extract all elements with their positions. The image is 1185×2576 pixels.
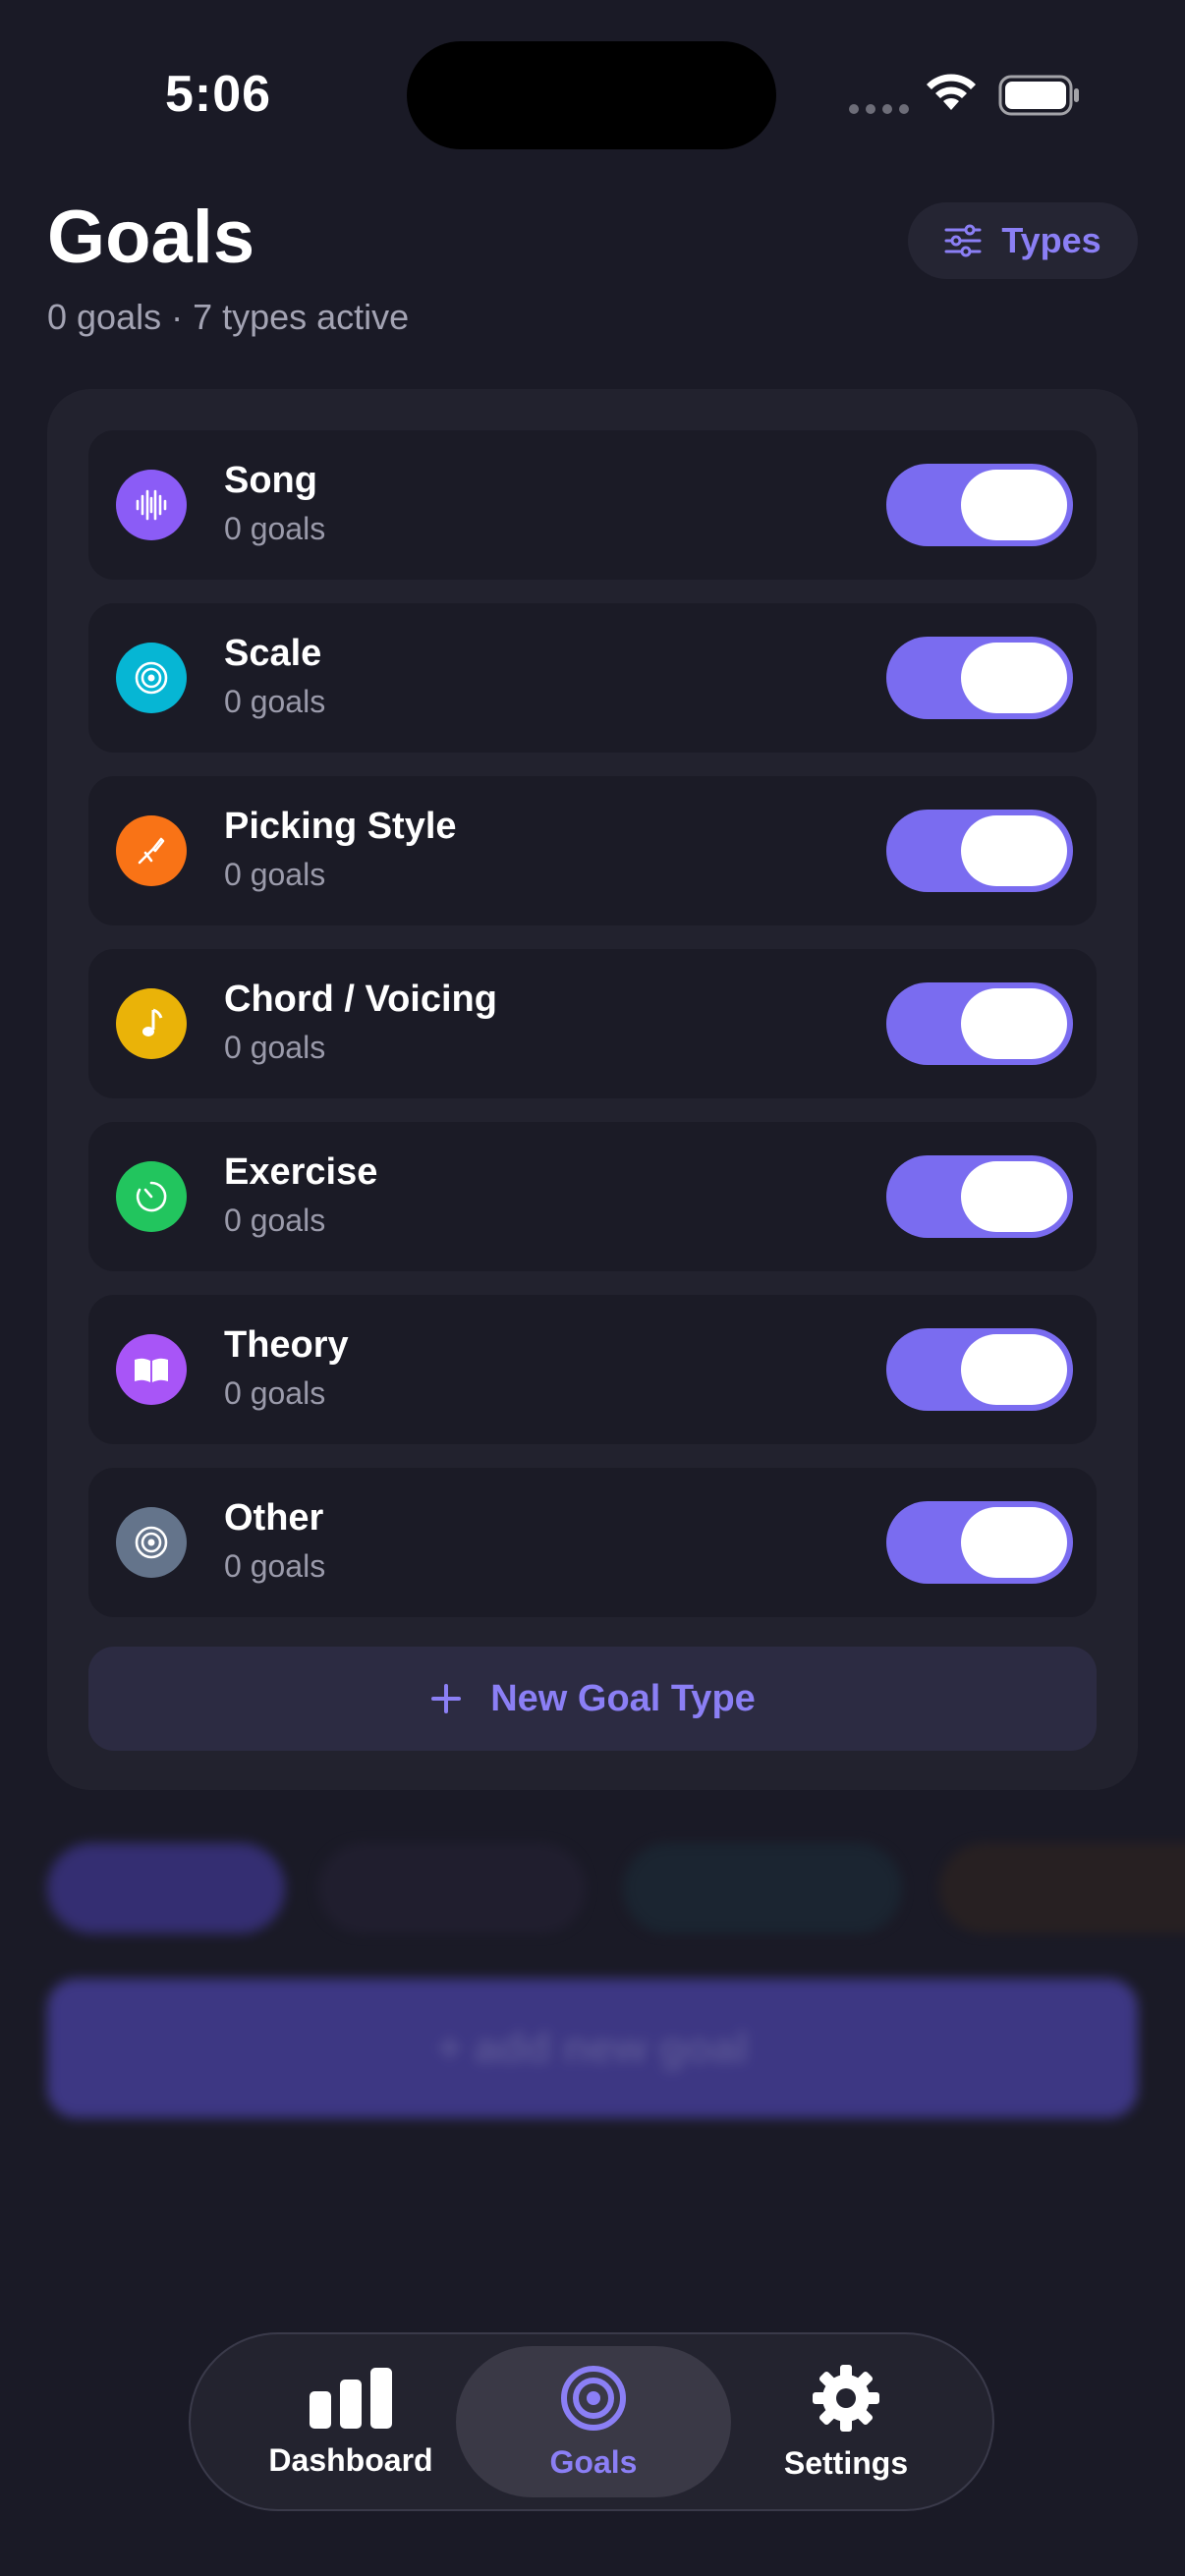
wifi-icon (927, 74, 976, 110)
gear-icon (813, 2364, 879, 2432)
goal-type-row-song[interactable]: Song 0 goals (88, 430, 1097, 580)
target-icon (116, 643, 187, 713)
bar-chart-icon (310, 2367, 392, 2429)
page-subtitle: 0 goals · 7 types active (47, 297, 410, 337)
goal-type-row-chord-voicing[interactable]: Chord / Voicing 0 goals (88, 949, 1097, 1098)
filter-chip (318, 1843, 586, 1933)
goal-type-name: Exercise (224, 1151, 378, 1193)
background-content: + add new goal (0, 1827, 1185, 2161)
new-goal-type-button[interactable]: New Goal Type (88, 1647, 1097, 1751)
goal-type-toggle[interactable] (886, 1501, 1073, 1584)
tab-settings[interactable]: Settings (733, 2334, 959, 2509)
target-icon (561, 2365, 626, 2431)
goal-type-count: 0 goals (224, 1203, 326, 1238)
page-title: Goals (47, 196, 255, 279)
tab-dashboard[interactable]: Dashboard (230, 2334, 472, 2509)
goal-type-toggle[interactable] (886, 464, 1073, 546)
target-icon (116, 1507, 187, 1578)
book-icon (116, 1334, 187, 1405)
goal-type-name: Song (224, 460, 317, 501)
plus-icon (431, 1684, 462, 1713)
filter-chip (623, 1843, 902, 1933)
music-note-icon (116, 988, 187, 1059)
dynamic-island (407, 41, 776, 149)
goal-type-row-picking-style[interactable]: Picking Style 0 goals (88, 776, 1097, 925)
tab-bar: Dashboard Goals Settings (189, 2332, 994, 2511)
add-goal-label: + add new goal (436, 2024, 749, 2072)
status-time: 5:06 (165, 66, 272, 123)
guitar-pick-icon (116, 815, 187, 886)
battery-icon (998, 75, 1079, 116)
goal-type-count: 0 goals (224, 1030, 326, 1065)
goal-type-count: 0 goals (224, 1375, 326, 1411)
goal-type-toggle[interactable] (886, 1328, 1073, 1411)
goal-type-toggle[interactable] (886, 637, 1073, 719)
filter-chip (939, 1843, 1185, 1933)
tab-label: Goals (549, 2443, 638, 2480)
goal-type-row-exercise[interactable]: Exercise 0 goals (88, 1122, 1097, 1271)
goal-type-toggle[interactable] (886, 1155, 1073, 1238)
tab-label: Settings (783, 2444, 909, 2481)
goal-type-count: 0 goals (224, 684, 326, 719)
waveform-icon (116, 470, 187, 540)
add-goal-button: + add new goal (47, 1979, 1138, 2118)
goal-type-name: Theory (224, 1324, 349, 1366)
goal-type-row-scale[interactable]: Scale 0 goals (88, 603, 1097, 753)
goal-type-name: Other (224, 1497, 324, 1539)
goal-type-name: Picking Style (224, 806, 457, 847)
timer-icon (116, 1161, 187, 1232)
tab-goals[interactable]: Goals (456, 2346, 731, 2497)
goal-types-panel: Song 0 goals Scale 0 goals Picking Style… (47, 389, 1138, 1790)
goal-type-toggle[interactable] (886, 982, 1073, 1065)
goal-type-name: Scale (224, 633, 322, 674)
sliders-icon (944, 224, 982, 257)
new-goal-type-label: New Goal Type (490, 1677, 756, 1719)
types-button[interactable]: Types (908, 202, 1138, 279)
goal-type-count: 0 goals (224, 1548, 326, 1584)
goal-type-name: Chord / Voicing (224, 979, 497, 1020)
types-button-label: Types (1001, 220, 1101, 260)
cellular-signal-icon (849, 104, 909, 114)
goal-type-row-theory[interactable]: Theory 0 goals (88, 1295, 1097, 1444)
filter-chip (47, 1843, 285, 1933)
goal-type-toggle[interactable] (886, 810, 1073, 892)
goal-type-count: 0 goals (224, 511, 326, 546)
tab-label: Dashboard (268, 2441, 433, 2478)
goal-type-row-other[interactable]: Other 0 goals (88, 1468, 1097, 1617)
goal-type-count: 0 goals (224, 857, 326, 892)
